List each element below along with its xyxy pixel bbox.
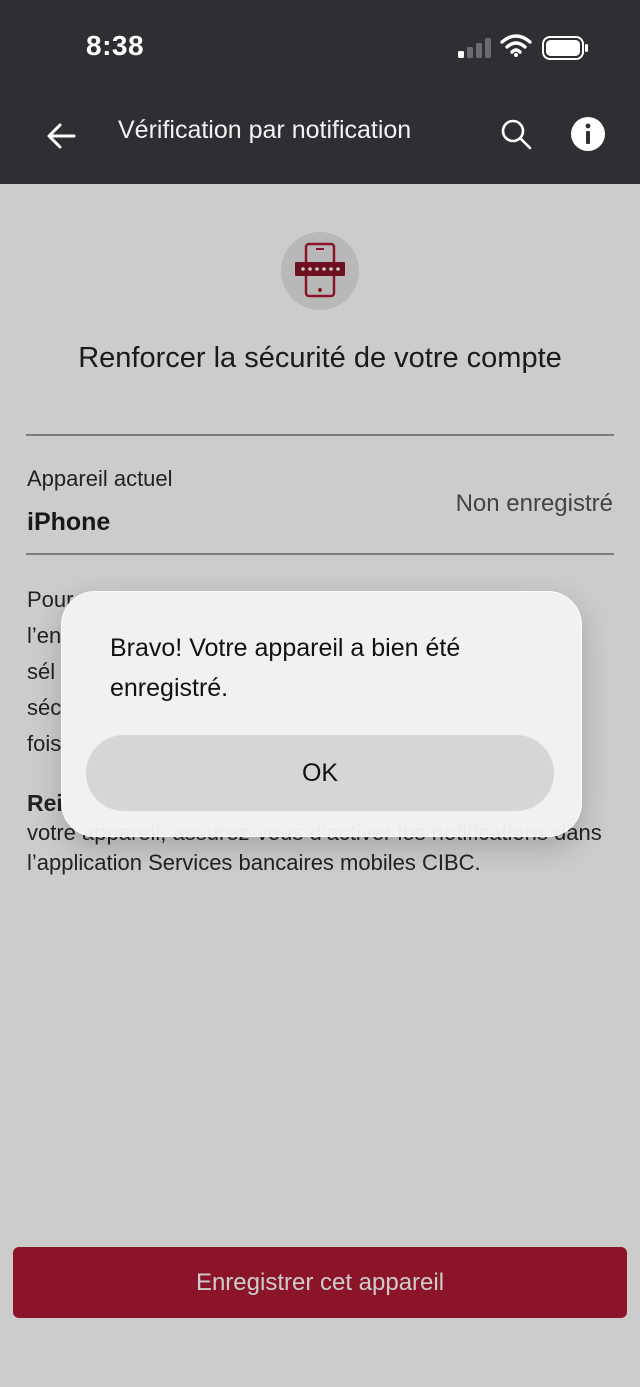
cellular-signal-icon	[458, 38, 491, 58]
info-icon[interactable]	[568, 114, 608, 154]
wifi-icon	[500, 34, 532, 57]
status-time: 8:38	[86, 30, 145, 61]
battery-icon	[542, 36, 588, 60]
ok-button[interactable]: OK	[86, 735, 554, 811]
alert-dialog: Bravo! Votre appareil a bien été enregis…	[61, 591, 582, 837]
status-bar: 8:38	[0, 0, 640, 94]
search-icon[interactable]	[496, 114, 536, 154]
page-title: Vérification par notification	[118, 116, 412, 144]
screen: 8:38 Vérification par notification Renfo…	[0, 0, 640, 1387]
app-bar: Vérification par notification	[0, 94, 640, 184]
alert-message: Bravo! Votre appareil a bien été enregis…	[110, 634, 461, 702]
arrow-left-icon[interactable]	[40, 114, 84, 158]
